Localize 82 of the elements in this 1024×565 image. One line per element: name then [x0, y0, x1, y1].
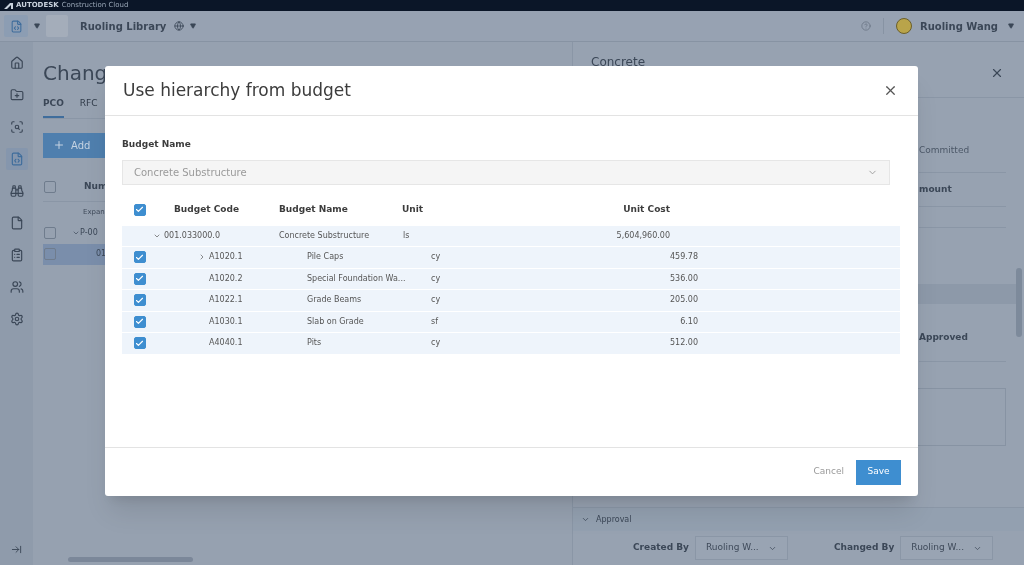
- table-cell-text: cy: [430, 337, 442, 350]
- user-name[interactable]: Ruoling Wang: [920, 18, 998, 34]
- table-cell-text: cy: [430, 272, 442, 285]
- dialog-title: Use hierarchy from budget: [123, 78, 351, 102]
- save-button[interactable]: Save: [856, 459, 901, 485]
- close-icon[interactable]: [883, 83, 898, 98]
- table-cell-text: Special Foundation Wa...: [307, 272, 407, 285]
- table-cell-text: 512.00: [669, 337, 698, 350]
- section-title[interactable]: Approval: [596, 513, 632, 526]
- table-cell: 001.033000.0: [164, 229, 220, 242]
- chevron-icon[interactable]: [72, 229, 80, 237]
- table-cell-text: 5,604,960.00: [615, 229, 670, 242]
- table-cell: A4040.1: [209, 337, 243, 350]
- checkbox[interactable]: [133, 315, 146, 328]
- column-header: Budget Code: [174, 202, 241, 216]
- globe-icon[interactable]: [174, 21, 185, 31]
- column-header: Committed: [919, 144, 1006, 173]
- table-cell-text: Slab on Grade: [307, 315, 365, 328]
- table-cell-text: 459.78: [669, 251, 698, 264]
- table-cell-text: sf: [430, 315, 440, 328]
- checkbox[interactable]: [44, 227, 56, 239]
- close-icon[interactable]: [990, 66, 1004, 80]
- table-cell-text: ls: [402, 229, 411, 242]
- caret-icon: [1008, 23, 1014, 29]
- code-nav-icon[interactable]: [5, 148, 28, 170]
- avatar[interactable]: [896, 18, 912, 34]
- field-label: Budget Name: [122, 138, 192, 151]
- table-cell: A1020.2: [209, 272, 243, 285]
- table-cell-text: Grade Beams: [307, 294, 363, 307]
- chevron-icon[interactable]: [581, 515, 590, 524]
- row-text: 01: [96, 248, 107, 260]
- column-header: mount: [919, 182, 952, 196]
- created-by-dropdown[interactable]: Ruoling W...: [694, 536, 788, 560]
- table-cell: A1020.1: [209, 251, 243, 264]
- table-row[interactable]: A1030.1 Slab on Grade sf 6.10: [122, 311, 900, 333]
- table-cell-text: 536.00: [669, 272, 698, 285]
- tab[interactable]: RFC: [79, 97, 98, 118]
- table-cell-text: cy: [430, 251, 442, 264]
- plus-icon: [53, 139, 65, 151]
- checkbox[interactable]: [44, 181, 56, 193]
- checkbox[interactable]: [133, 337, 146, 350]
- table-row[interactable]: A1022.1 Grade Beams cy 205.00: [122, 290, 900, 312]
- column-header: Unit Cost: [622, 202, 670, 216]
- status-text: Approved: [919, 331, 969, 344]
- table-cell-text: 205.00: [669, 294, 698, 307]
- field-label: Created By: [633, 541, 689, 555]
- expand-sidebar-icon[interactable]: [11, 544, 22, 555]
- app-icon: [9, 19, 23, 33]
- cancel-button[interactable]: Cancel: [809, 465, 848, 479]
- table-cell-text: Pits: [307, 337, 323, 350]
- checkbox[interactable]: [44, 248, 56, 260]
- changed-by-dropdown[interactable]: Ruoling W...: [900, 536, 994, 560]
- chevron-icon[interactable]: [198, 253, 206, 262]
- app-switcher-button[interactable]: [4, 15, 28, 37]
- checkbox[interactable]: [133, 272, 146, 285]
- checkbox[interactable]: [133, 203, 146, 216]
- table-row[interactable]: A1020.2 Special Foundation Wa... cy 536.00: [122, 268, 900, 290]
- table-cell: A1030.1: [209, 315, 243, 328]
- budget-select[interactable]: Concrete Substructure: [122, 159, 890, 185]
- column-header: Budget Name: [279, 202, 349, 216]
- field-label: Changed By: [833, 541, 895, 555]
- table-row[interactable]: A4040.1 Pits cy 512.00: [122, 333, 900, 355]
- table-row[interactable]: 001.033000.0 Concrete Substructure ls 5,604,960.00: [122, 225, 900, 247]
- page-title: Chang: [43, 60, 108, 87]
- panel-title: Concrete: [591, 56, 646, 68]
- table-cell-text: Pile Caps: [307, 251, 345, 264]
- caret-icon: [34, 23, 40, 29]
- table-cell-text: cy: [430, 294, 442, 307]
- table-cell-text: 6.10: [679, 315, 698, 328]
- row-text: P-00: [80, 227, 98, 239]
- table-cell: A1022.1: [209, 294, 243, 307]
- caret-icon: [190, 23, 197, 29]
- column-header: Unit: [402, 202, 425, 216]
- checkbox[interactable]: [133, 294, 146, 307]
- scrollbar-thumb[interactable]: [68, 557, 193, 562]
- logo-icon: [4, 2, 13, 9]
- tab[interactable]: PCO: [43, 97, 64, 118]
- checkbox[interactable]: [133, 251, 146, 264]
- table-cell-text: Concrete Substructure: [279, 229, 371, 242]
- table-row[interactable]: A1020.1 Pile Caps cy 459.78: [122, 247, 900, 269]
- project-name[interactable]: Ruoling Library: [80, 18, 167, 34]
- scrollbar[interactable]: [1016, 268, 1022, 337]
